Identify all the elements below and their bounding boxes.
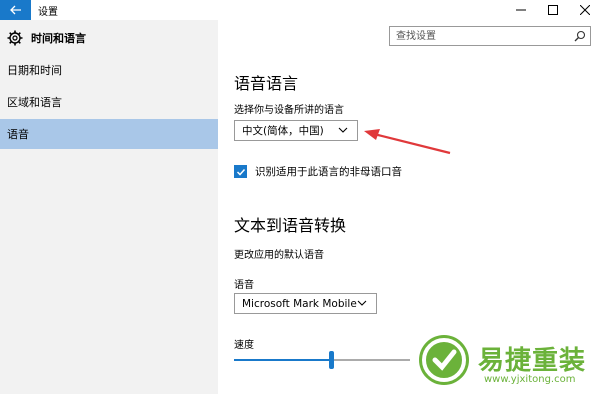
tts-description: 更改应用的默认语音 bbox=[234, 250, 324, 261]
gear-icon bbox=[7, 30, 23, 46]
annotation-arrow-icon bbox=[364, 129, 451, 155]
sidebar-header: 时间和语言 bbox=[7, 28, 86, 48]
speed-label: 速度 bbox=[234, 340, 254, 351]
sidebar-item-label: 语音 bbox=[7, 128, 29, 141]
chevron-down-icon bbox=[357, 300, 367, 306]
tts-heading: 文本到语音转换 bbox=[234, 216, 347, 235]
voice-selected: Microsoft Mark Mobile bbox=[242, 297, 357, 310]
search-input[interactable] bbox=[390, 27, 580, 45]
speech-language-heading: 语音语言 bbox=[234, 74, 299, 93]
speed-slider-fill bbox=[234, 359, 331, 361]
sidebar-item-date-time[interactable]: 日期和时间 bbox=[0, 55, 218, 85]
sidebar-item-label: 日期和时间 bbox=[7, 64, 62, 77]
maximize-button[interactable] bbox=[537, 0, 569, 20]
sidebar-header-label: 时间和语言 bbox=[31, 32, 86, 45]
maximize-icon bbox=[548, 5, 558, 15]
title-bar: 设置 bbox=[0, 0, 600, 20]
close-button[interactable] bbox=[569, 0, 600, 20]
accent-checkbox[interactable] bbox=[234, 165, 247, 178]
back-arrow-icon bbox=[9, 5, 21, 15]
search-icon[interactable] bbox=[574, 30, 586, 42]
watermark-logo bbox=[419, 335, 469, 385]
search-box[interactable] bbox=[389, 26, 591, 46]
sidebar-item-speech[interactable]: 语音 bbox=[0, 119, 218, 149]
back-button[interactable] bbox=[0, 0, 31, 20]
chevron-down-icon bbox=[338, 127, 348, 133]
sidebar-item-label: 区域和语言 bbox=[7, 96, 62, 109]
checkmark-icon bbox=[236, 168, 245, 176]
speech-language-dropdown[interactable]: 中文(简体，中国) bbox=[234, 120, 358, 141]
close-icon bbox=[580, 5, 590, 15]
speech-language-selected: 中文(简体，中国) bbox=[242, 125, 324, 137]
voice-label: 语音 bbox=[234, 280, 254, 291]
watermark-url: www.yjxitong.com bbox=[484, 374, 576, 385]
speech-language-prompt: 选择你与设备所讲的语言 bbox=[234, 105, 344, 116]
accent-checkbox-row[interactable]: 识别适用于此语言的非母语口音 bbox=[234, 164, 402, 179]
speed-slider-thumb[interactable] bbox=[328, 351, 334, 369]
minimize-icon bbox=[516, 9, 526, 11]
watermark: 易捷重装 www.yjxitong.com bbox=[410, 326, 600, 394]
minimize-button[interactable] bbox=[505, 0, 537, 20]
voice-dropdown[interactable]: Microsoft Mark Mobile bbox=[234, 293, 377, 314]
window-title: 设置 bbox=[38, 7, 58, 18]
sidebar: 时间和语言 日期和时间 区域和语言 语音 bbox=[0, 20, 218, 394]
watermark-title: 易捷重装 bbox=[478, 346, 587, 376]
sidebar-item-region-language[interactable]: 区域和语言 bbox=[0, 87, 218, 117]
accent-checkbox-label: 识别适用于此语言的非母语口音 bbox=[255, 166, 402, 178]
